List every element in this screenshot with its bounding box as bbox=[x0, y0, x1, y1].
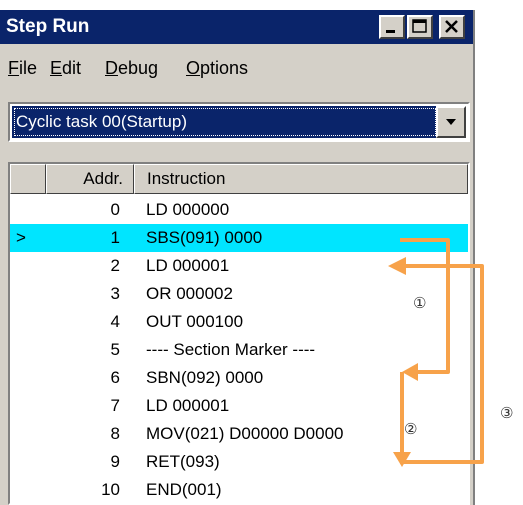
arrowhead-return bbox=[388, 257, 406, 275]
callout-2: ② bbox=[404, 421, 418, 438]
callout-3: ③ bbox=[500, 405, 514, 422]
arrowhead-down bbox=[393, 452, 411, 467]
arrowhead-sbn bbox=[402, 363, 418, 381]
flow-arrows bbox=[388, 238, 484, 467]
callout-1: ① bbox=[413, 295, 427, 312]
